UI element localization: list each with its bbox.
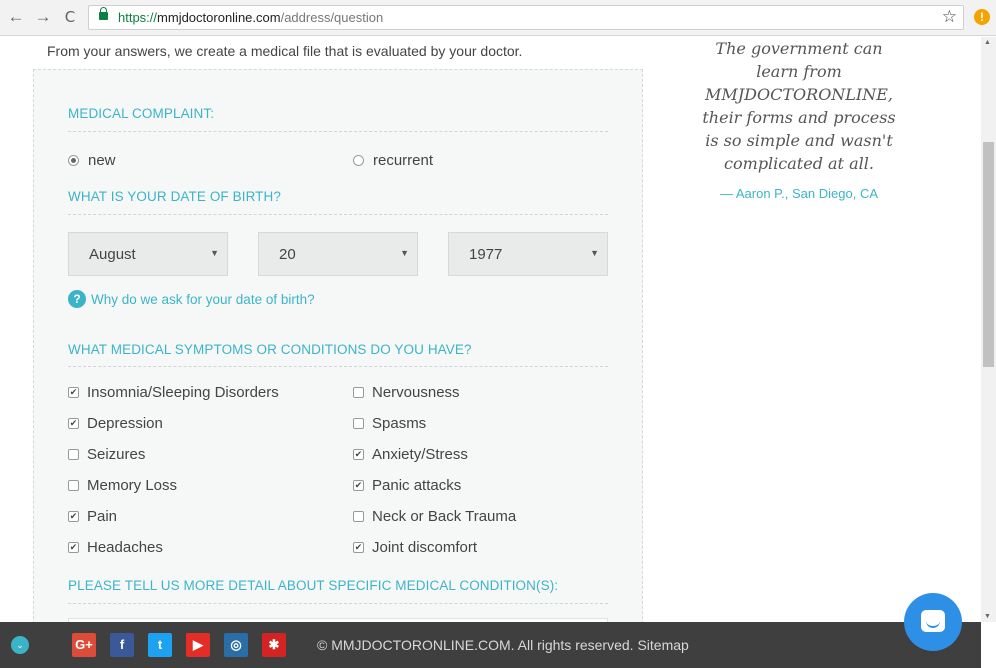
checkbox-icon[interactable] [353, 387, 364, 398]
symptom-checkbox[interactable]: ✔ Headaches [68, 539, 163, 556]
symptom-label: Spasms [372, 415, 427, 432]
divider [68, 131, 608, 132]
facebook-icon[interactable]: f [110, 633, 134, 657]
checkbox-icon[interactable] [353, 418, 364, 429]
symptom-label: Anxiety/Stress [372, 446, 468, 463]
yelp-icon[interactable]: ✱ [262, 633, 286, 657]
checkbox-icon[interactable] [68, 480, 79, 491]
symptom-label: Insomnia/Sleeping Disorders [87, 384, 279, 401]
complaint-new-radio[interactable]: new [68, 152, 116, 169]
google-plus-icon[interactable]: G+ [72, 633, 96, 657]
checkbox-icon[interactable] [353, 511, 364, 522]
symptom-checkbox[interactable]: ✔ Panic attacks [353, 477, 461, 494]
chat-bubble-icon [921, 610, 945, 632]
scroll-down-icon[interactable]: ▼ [984, 613, 991, 620]
browser-toolbar: ← → C https://mmjdoctoronline.com/addres… [0, 0, 996, 36]
instagram-icon[interactable]: ◎ [224, 633, 248, 657]
page-viewport: From your answers, we create a medical f… [0, 37, 981, 622]
scroll-up-icon[interactable]: ▲ [984, 39, 991, 46]
bookmark-star-icon[interactable]: ☆ [942, 7, 957, 27]
reload-icon[interactable]: C [60, 7, 80, 27]
divider [68, 366, 608, 367]
dob-month-select[interactable]: August ▼ [68, 232, 228, 276]
back-arrow-icon[interactable]: ← [6, 7, 26, 27]
twitter-icon[interactable]: t [148, 633, 172, 657]
symptom-checkbox[interactable]: Neck or Back Trauma [353, 508, 516, 525]
divider [68, 603, 608, 604]
symptoms-title: WHAT MEDICAL SYMPTOMS OR CONDITIONS DO Y… [68, 342, 472, 357]
symptom-label: Pain [87, 508, 118, 525]
checked-checkbox-icon[interactable]: ✔ [68, 542, 79, 553]
extension-alert-icon[interactable]: ! [974, 9, 990, 25]
address-bar[interactable]: https://mmjdoctoronline.com/address/ques… [88, 5, 964, 30]
chat-launcher-button[interactable] [904, 593, 962, 651]
radio-button[interactable] [68, 155, 79, 166]
checked-checkbox-icon[interactable]: ✔ [353, 449, 364, 460]
forward-arrow-icon[interactable]: → [33, 7, 53, 27]
symptom-checkbox[interactable]: ✔ Anxiety/Stress [353, 446, 468, 463]
copyright: © MMJDOCTORONLINE.COM. All rights reserv… [317, 637, 689, 653]
medical-form: MEDICAL COMPLAINT: new recurrent WHAT IS… [33, 69, 643, 622]
scrollbar-thumb[interactable] [983, 142, 994, 367]
checkbox-icon[interactable] [68, 449, 79, 460]
help-question-icon: ? [68, 290, 86, 308]
sitemap-link[interactable]: Sitemap [637, 637, 688, 653]
symptom-checkbox[interactable]: Seizures [68, 446, 145, 463]
symptom-label: Depression [87, 415, 163, 432]
checked-checkbox-icon[interactable]: ✔ [68, 418, 79, 429]
dropdown-caret-icon: ▼ [400, 248, 409, 258]
dob-day-select[interactable]: 20 ▼ [258, 232, 418, 276]
symptom-label: Seizures [87, 446, 146, 463]
testimonial-author: — Aaron P., San Diego, CA [719, 186, 879, 201]
symptom-checkbox[interactable]: ✔ Joint discomfort [353, 539, 477, 556]
symptom-label: Nervousness [372, 384, 460, 401]
chevron-down-icon[interactable]: ⌄ [11, 636, 29, 654]
detail-title: PLEASE TELL US MORE DETAIL ABOUT SPECIFI… [68, 578, 559, 593]
dropdown-caret-icon: ▼ [590, 248, 599, 258]
symptom-checkbox[interactable]: Memory Loss [68, 477, 177, 494]
testimonial-quote: The government can learn from MMJDOCTORO… [702, 39, 896, 173]
symptom-checkbox[interactable]: ✔ Insomnia/Sleeping Disorders [68, 384, 279, 401]
checked-checkbox-icon[interactable]: ✔ [68, 511, 79, 522]
symptom-label: Memory Loss [87, 477, 178, 494]
symptom-label: Joint discomfort [372, 539, 478, 556]
page-scrollbar[interactable]: ▲ ▼ [981, 37, 996, 622]
site-footer: ⌄ G+ f t ▶ ◎ ✱ © MMJDOCTORONLINE.COM. All rig… [0, 622, 981, 668]
symptom-checkbox[interactable]: Spasms [353, 415, 426, 432]
symptom-checkbox[interactable]: Nervousness [353, 384, 460, 401]
dob-year-select[interactable]: 1977 ▼ [448, 232, 608, 276]
symptom-checkbox[interactable]: ✔ Depression [68, 415, 163, 432]
why-dob-link[interactable]: ? Why do we ask for your date of birth? [68, 290, 315, 308]
checked-checkbox-icon[interactable]: ✔ [353, 542, 364, 553]
address-url: https://mmjdoctoronline.com/address/ques… [118, 10, 384, 25]
complaint-recurrent-radio[interactable]: recurrent [353, 152, 433, 169]
lock-icon [99, 7, 108, 20]
radio-button[interactable] [353, 155, 364, 166]
dob-title: WHAT IS YOUR DATE OF BIRTH? [68, 189, 281, 204]
symptom-checkbox[interactable]: ✔ Pain [68, 508, 117, 525]
symptom-label: Panic attacks [372, 477, 462, 494]
symptom-label: Neck or Back Trauma [372, 508, 517, 525]
complaint-title: MEDICAL COMPLAINT: [68, 106, 215, 121]
checked-checkbox-icon[interactable]: ✔ [68, 387, 79, 398]
intro-text: From your answers, we create a medical f… [47, 43, 523, 59]
divider [68, 214, 608, 215]
dropdown-caret-icon: ▼ [210, 248, 219, 258]
youtube-icon[interactable]: ▶ [186, 633, 210, 657]
checked-checkbox-icon[interactable]: ✔ [353, 480, 364, 491]
symptom-label: Headaches [87, 539, 163, 556]
